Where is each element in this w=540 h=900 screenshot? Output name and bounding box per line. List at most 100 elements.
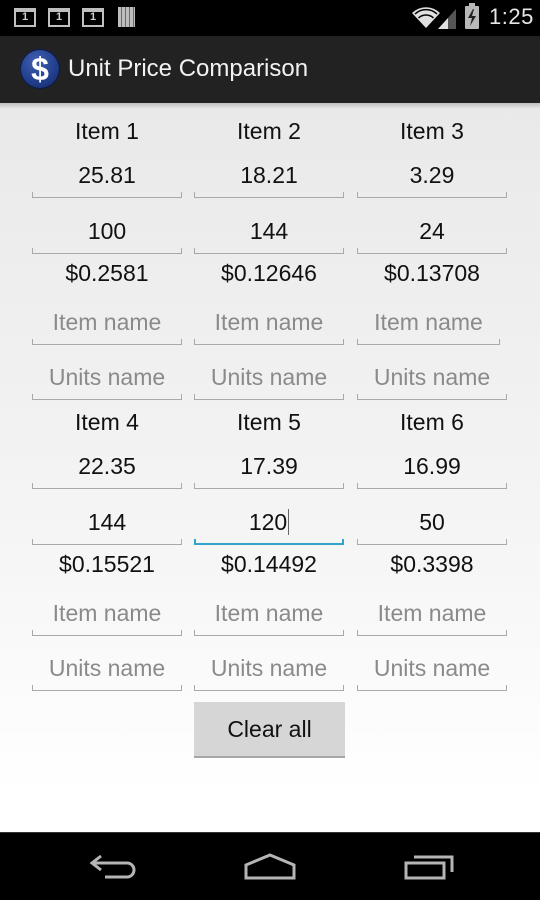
unit-price-result: $0.2581 — [65, 260, 149, 286]
units-name-field[interactable]: Units name — [357, 360, 507, 400]
input-text: 16.99 — [403, 453, 461, 479]
comparison-form: Item 1 25.81 100 $0.2581 Item name Units name… — [0, 103, 540, 832]
field-underline — [357, 539, 507, 545]
app-title: Unit Price Comparison — [68, 55, 309, 82]
units-name-field[interactable]: Units name — [194, 360, 344, 400]
units-field[interactable]: 24 — [357, 214, 507, 254]
field-underline — [32, 192, 182, 198]
field-underline — [194, 630, 344, 636]
item-label: Item 5 — [237, 409, 301, 435]
unit-price-result: $0.14492 — [221, 551, 317, 577]
input-text: 50 — [419, 509, 445, 535]
input-text: 18.21 — [240, 162, 298, 188]
placeholder-text: Item name — [214, 600, 324, 626]
price-field[interactable]: 18.21 — [194, 158, 344, 198]
field-value: Units name — [194, 364, 344, 391]
back-icon[interactable] — [83, 851, 143, 883]
units-name-field[interactable]: Units name — [32, 651, 182, 691]
unit-price-result: $0.13708 — [384, 260, 480, 286]
field-underline — [32, 394, 182, 400]
field-underline — [194, 192, 344, 198]
price-field[interactable]: 16.99 — [357, 449, 507, 489]
status-bar: 1 1 1 1:25 — [0, 0, 540, 36]
units-name-field[interactable]: Units name — [194, 651, 344, 691]
field-value: Item name — [357, 600, 507, 627]
field-value: 144 — [32, 509, 182, 536]
input-text: 22.35 — [78, 453, 136, 479]
units-name-field[interactable]: Units name — [32, 360, 182, 400]
field-underline — [194, 339, 344, 345]
input-text: 144 — [249, 218, 289, 244]
field-value: Item name — [194, 600, 344, 627]
field-value: 120 — [194, 509, 344, 536]
clear-all-button[interactable]: Clear all — [194, 702, 345, 758]
units-field[interactable]: 50 — [357, 505, 507, 545]
field-value: Units name — [357, 655, 507, 682]
units-field[interactable]: 100 — [32, 214, 182, 254]
units-field[interactable]: 144 — [32, 505, 182, 545]
item-name-field[interactable]: Item name — [194, 596, 344, 636]
input-text: 25.81 — [78, 162, 136, 188]
item-label: Item 1 — [75, 118, 139, 144]
field-value: 24 — [357, 218, 507, 245]
field-value: 144 — [194, 218, 344, 245]
field-underline — [32, 248, 182, 254]
placeholder-text: Item name — [52, 309, 162, 335]
input-text: 17.39 — [240, 453, 298, 479]
item-name-field[interactable]: Item name — [357, 596, 507, 636]
notification-icon: 1 — [82, 8, 104, 27]
placeholder-text: Item name — [52, 600, 162, 626]
home-icon[interactable] — [240, 851, 300, 883]
field-value: 100 — [32, 218, 182, 245]
item-name-field[interactable]: Item name — [32, 305, 182, 345]
field-value: Units name — [194, 655, 344, 682]
input-text: 24 — [419, 218, 445, 244]
field-underline — [32, 339, 182, 345]
recent-apps-icon[interactable] — [398, 851, 458, 883]
price-field[interactable]: 25.81 — [32, 158, 182, 198]
navigation-bar — [0, 832, 540, 900]
field-underline — [32, 483, 182, 489]
text-cursor — [288, 509, 290, 535]
field-value: Units name — [357, 364, 507, 391]
field-underline — [357, 394, 507, 400]
app-dollar-icon[interactable]: $ — [20, 49, 60, 89]
field-value: Item name — [32, 309, 182, 336]
placeholder-text: Item name — [377, 600, 487, 626]
units-name-field[interactable]: Units name — [357, 651, 507, 691]
units-field[interactable]: 120 — [194, 505, 344, 545]
field-underline — [194, 483, 344, 489]
price-field[interactable]: 17.39 — [194, 449, 344, 489]
field-underline — [32, 539, 182, 545]
field-value: 18.21 — [194, 162, 344, 189]
item-name-field[interactable]: Item name — [194, 305, 344, 345]
field-underline — [194, 685, 344, 691]
field-value: 50 — [357, 509, 507, 536]
notification-icon: 1 — [48, 8, 70, 27]
item-name-field[interactable]: Item name — [32, 596, 182, 636]
input-text: 100 — [87, 218, 127, 244]
placeholder-text: Units name — [48, 655, 166, 681]
signal-icon — [438, 9, 456, 29]
notification-icon: 1 — [14, 8, 36, 27]
placeholder-text: Units name — [373, 655, 491, 681]
input-text: 3.29 — [409, 162, 455, 188]
price-field[interactable]: 3.29 — [357, 158, 507, 198]
field-underline — [32, 685, 182, 691]
units-field[interactable]: 144 — [194, 214, 344, 254]
placeholder-text: Units name — [210, 655, 328, 681]
input-text: 144 — [87, 509, 127, 535]
price-field[interactable]: 22.35 — [32, 449, 182, 489]
item-label: Item 4 — [75, 409, 139, 435]
field-value: Item name — [32, 600, 182, 627]
field-value: Item name — [194, 309, 344, 336]
placeholder-text: Item name — [374, 309, 483, 335]
field-underline — [194, 539, 344, 545]
field-underline — [357, 248, 507, 254]
unit-price-result: $0.12646 — [221, 260, 317, 286]
action-bar: $ Unit Price Comparison — [0, 36, 540, 103]
field-value: Units name — [32, 364, 182, 391]
input-text: 120 — [248, 509, 288, 535]
field-value: Units name — [32, 655, 182, 682]
item-name-field[interactable]: Item name — [357, 305, 500, 345]
